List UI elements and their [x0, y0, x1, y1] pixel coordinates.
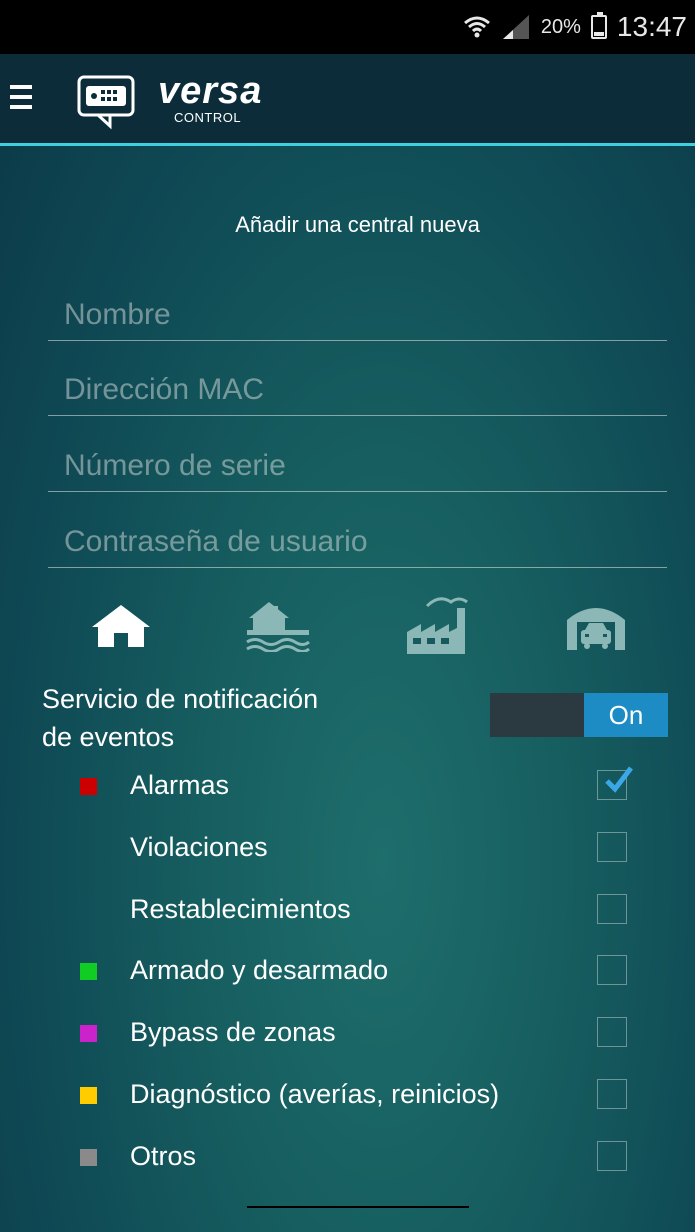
event-label: Restablecimientos	[130, 894, 351, 924]
event-row-violaciones: Violaciones	[0, 824, 695, 874]
location-type-house[interactable]	[90, 603, 152, 649]
event-label: Armado y desarmado	[130, 955, 389, 985]
armado-checkbox[interactable]	[597, 955, 627, 985]
keypad-logo-icon	[77, 75, 135, 130]
event-row-alarmas: Alarmas	[0, 762, 695, 812]
clock: 13:47	[616, 11, 687, 42]
bypass-color-swatch	[80, 1025, 97, 1042]
divider	[247, 1206, 469, 1208]
other-color-swatch	[80, 1149, 97, 1166]
serial-field-container	[48, 441, 667, 492]
event-row-otros: Otros	[0, 1133, 695, 1183]
mac-address-input[interactable]	[48, 365, 667, 415]
mac-field-container	[48, 365, 667, 416]
battery-icon	[590, 12, 607, 39]
armed-color-swatch	[80, 963, 97, 980]
password-field-container	[48, 517, 667, 568]
bypass-checkbox[interactable]	[597, 1017, 627, 1047]
notification-label-line2: de eventos	[42, 722, 175, 752]
garage-icon	[567, 608, 625, 650]
restablecimientos-checkbox[interactable]	[597, 894, 627, 924]
event-row-bypass: Bypass de zonas	[0, 1009, 695, 1059]
alarm-color-swatch	[80, 778, 97, 795]
notification-service-label: Servicio de notificación de eventos	[42, 680, 318, 756]
factory-icon	[407, 597, 468, 654]
app-logo-subtitle: CONTROL	[174, 110, 242, 125]
event-label: Alarmas	[130, 770, 230, 800]
notification-label-line1: Servicio de notificación	[42, 684, 319, 714]
battery-percentage: 20%	[540, 15, 581, 38]
event-label: Violaciones	[130, 832, 268, 862]
event-label: Diagnóstico (averías, reinicios)	[130, 1079, 500, 1109]
event-label: Bypass de zonas	[130, 1017, 336, 1047]
wifi-icon	[463, 16, 490, 38]
name-field-container	[48, 290, 667, 341]
alarmas-checkbox[interactable]	[597, 766, 633, 800]
signal-icon	[502, 15, 529, 39]
app-logo-text: versa	[158, 70, 263, 112]
name-input[interactable]	[48, 290, 667, 340]
location-type-garage[interactable]	[565, 598, 627, 652]
violaciones-checkbox[interactable]	[597, 832, 627, 862]
user-password-input[interactable]	[48, 517, 667, 567]
app-bar: versa CONTROL	[0, 54, 695, 146]
notification-toggle[interactable]: On	[490, 693, 668, 737]
lake-house-icon	[246, 602, 310, 652]
checkmark-icon	[605, 766, 633, 793]
otros-checkbox[interactable]	[597, 1141, 627, 1171]
house-icon	[92, 605, 150, 647]
status-bar: 20% 13:47	[0, 0, 695, 54]
event-row-armado: Armado y desarmado	[0, 947, 695, 997]
diagnostic-color-swatch	[80, 1087, 97, 1104]
page-title: Añadir una central nueva	[235, 212, 480, 237]
serial-number-input[interactable]	[48, 441, 667, 491]
event-row-diagnostico: Diagnóstico (averías, reinicios)	[0, 1071, 695, 1121]
toggle-on-label: On	[584, 693, 668, 737]
location-type-factory[interactable]	[405, 594, 469, 656]
event-row-restablecimientos: Restablecimientos	[0, 886, 695, 936]
event-label: Otros	[130, 1141, 197, 1171]
menu-icon[interactable]	[10, 85, 32, 111]
location-type-lake-house[interactable]	[245, 600, 311, 652]
diagnostico-checkbox[interactable]	[597, 1079, 627, 1109]
